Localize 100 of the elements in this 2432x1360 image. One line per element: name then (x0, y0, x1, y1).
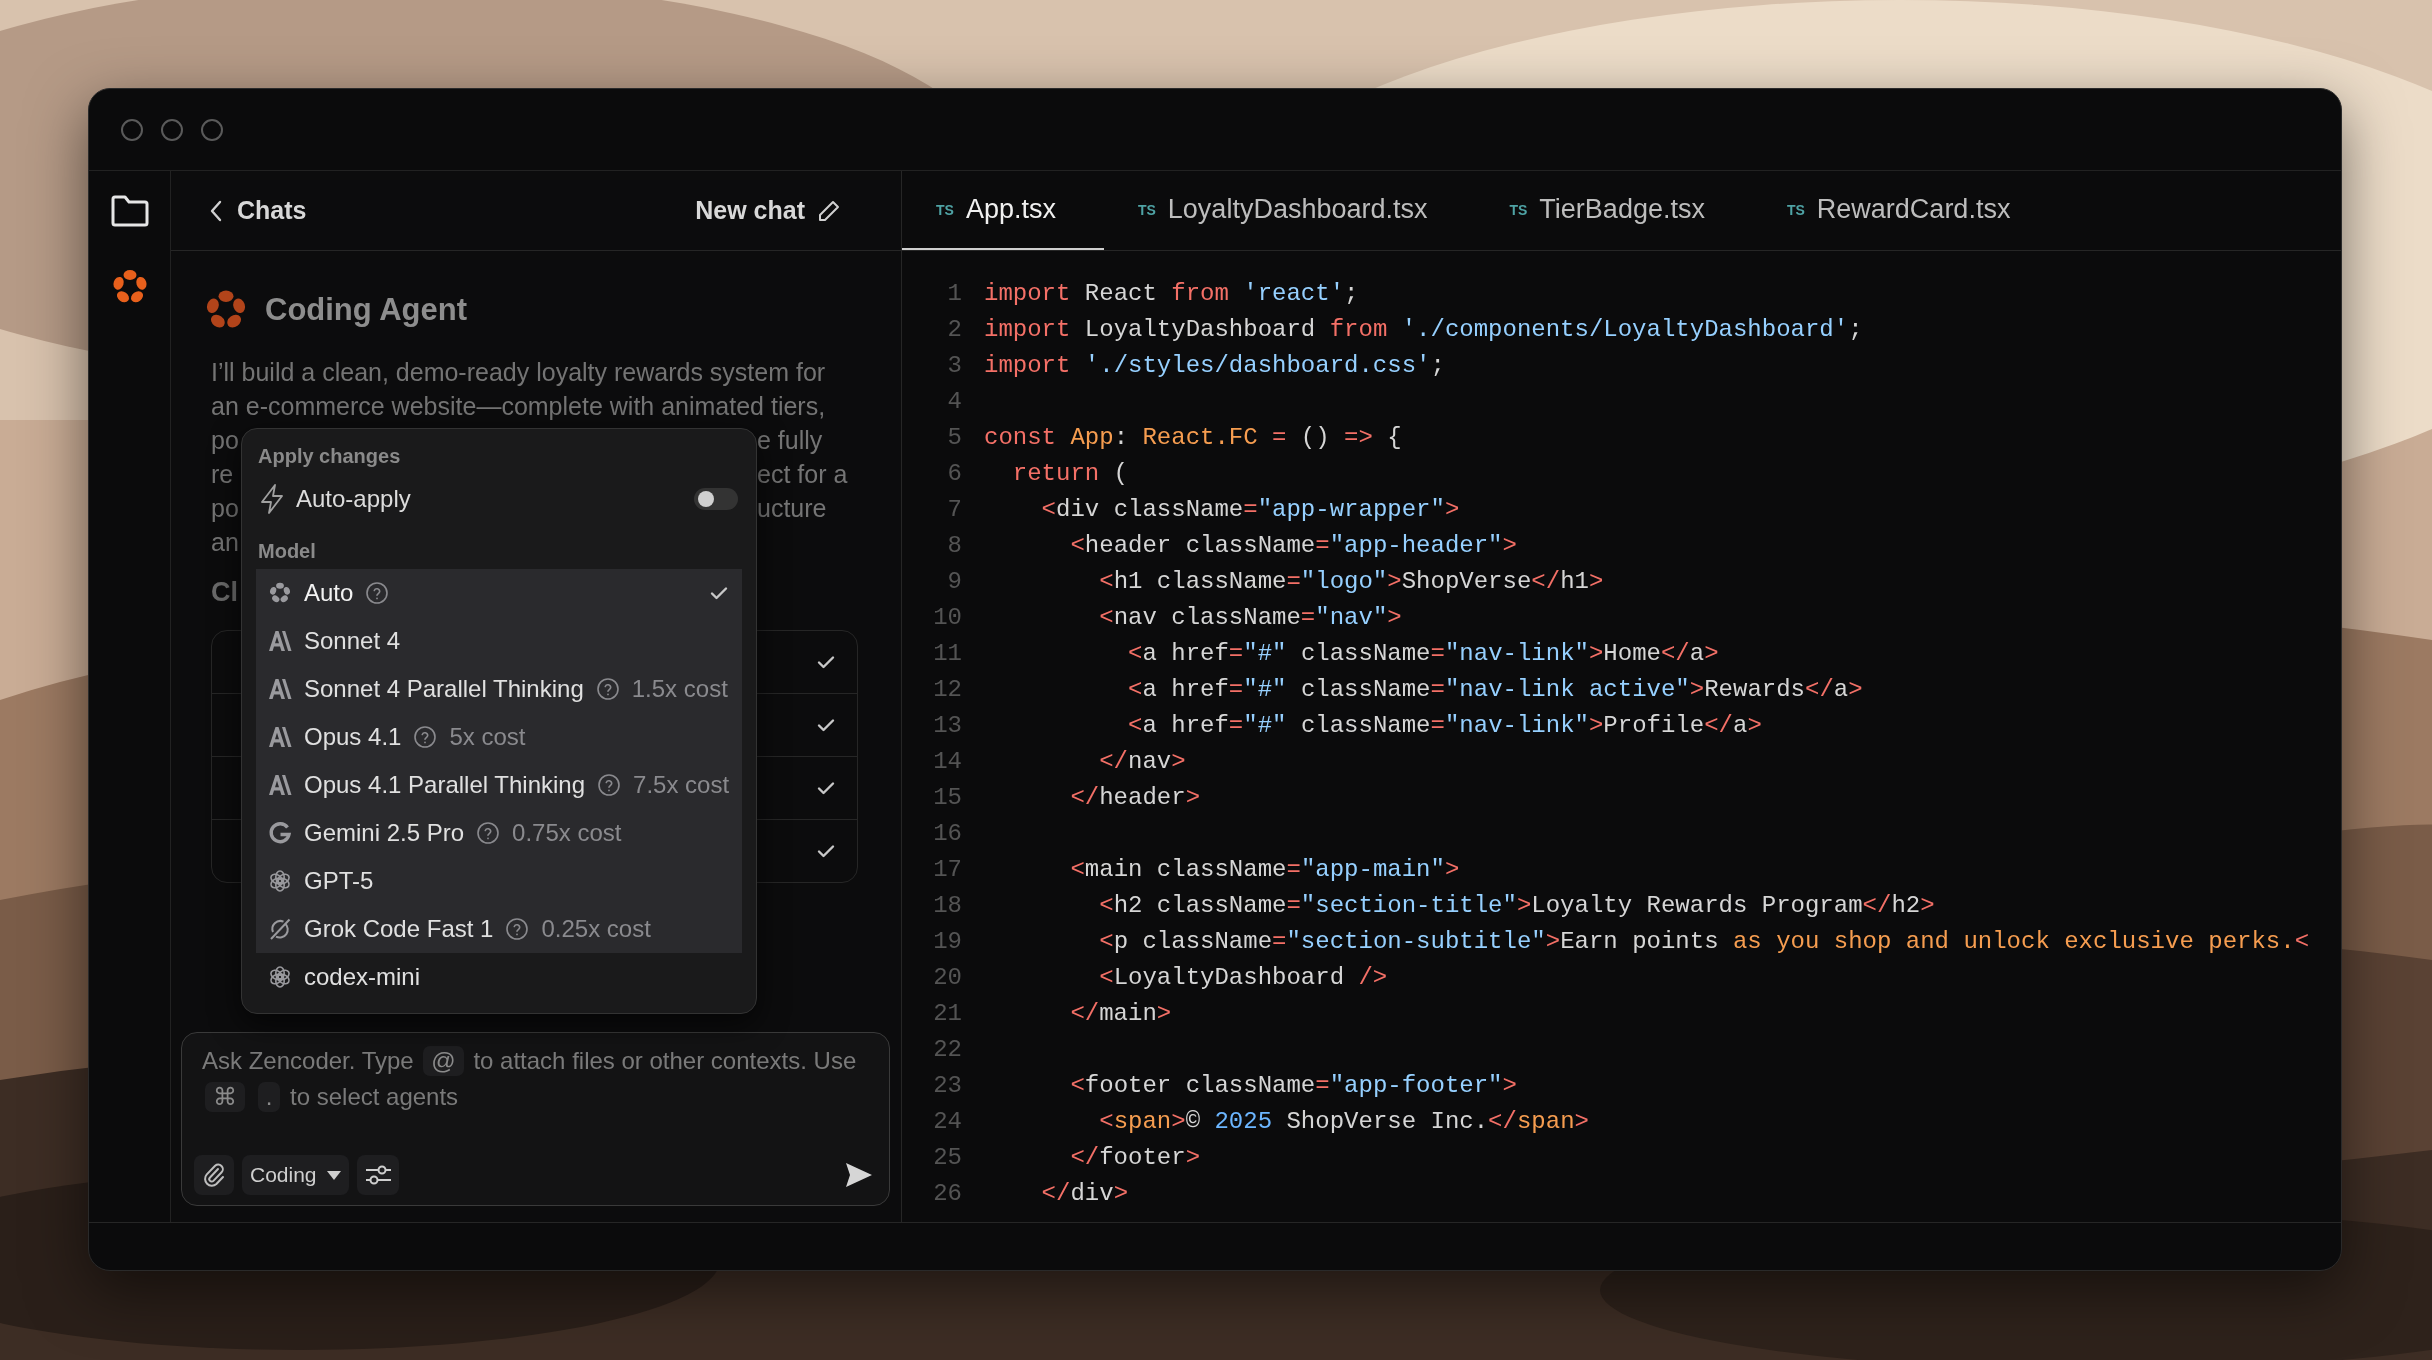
model-option[interactable]: Gemini 2.5 Pro 0.75x cost (256, 809, 742, 857)
line-number: 26 (933, 1179, 962, 1207)
code-line: <a href="#" className="nav-link">Home</a> (1127, 639, 1719, 667)
chevron-left-icon (209, 198, 223, 223)
lightning-icon (260, 484, 284, 514)
line-number: 25 (933, 1143, 962, 1171)
line-number: 19 (933, 927, 962, 955)
model-option[interactable]: codex-mini (256, 953, 742, 1001)
knot-icon (268, 869, 292, 893)
slash-mark-icon (268, 726, 292, 748)
model-option[interactable]: GPT-5 (256, 857, 742, 905)
model-option[interactable]: Auto (256, 569, 742, 617)
model-option[interactable]: Sonnet 4 (256, 617, 742, 665)
line-number: 1 (947, 279, 962, 307)
help-icon[interactable] (595, 677, 620, 701)
code-line: import LoyaltyDashboard from './components/LoyaltyDashboard'; (984, 315, 1863, 343)
sliders-icon (364, 1163, 391, 1187)
help-icon[interactable] (505, 917, 530, 941)
file-tab[interactable]: TS LoyaltyDashboard.tsx (1103, 171, 1476, 250)
help-icon[interactable] (365, 581, 390, 605)
line-number: 11 (933, 639, 962, 667)
code-line: <h2 className="section-title">Loyalty Rewards Program</h2> (1098, 891, 1935, 919)
code-line: return ( (1011, 459, 1129, 487)
message-text: po (211, 493, 239, 524)
slash-mark-icon (268, 630, 292, 652)
code-line: import React from 'react'; (984, 279, 1359, 307)
code-line: <div className="app-wrapper"> (1040, 495, 1460, 523)
message-text: ect for a (757, 459, 848, 490)
attach-button[interactable] (194, 1155, 234, 1195)
message-field[interactable]: Ask Zencoder. Type @ to attach files or other contexts. Use ⌘ . to select agents Coding (181, 1032, 890, 1206)
code-line: const App: React.FC = () => { (984, 423, 1402, 451)
help-icon[interactable] (597, 773, 622, 797)
code-line: <p className="section-subtitle">Earn points as you shop and unlock exclusive perks.< (1098, 927, 2310, 955)
message-text: re (211, 459, 234, 490)
line-number: 15 (933, 783, 962, 811)
g-mark-icon (268, 821, 292, 845)
line-number: 2 (947, 315, 962, 343)
line-number: 20 (933, 963, 962, 991)
model-option[interactable]: Opus 4.1 Parallel Thinking 7.5x cost (256, 761, 742, 809)
model-option[interactable]: Opus 4.1 5x cost (256, 713, 742, 761)
caret-icon (326, 1170, 341, 1180)
message-text: ucture (757, 493, 827, 524)
code-line: import './styles/dashboard.css'; (984, 351, 1445, 379)
line-number: 17 (933, 855, 962, 883)
window-control[interactable] (161, 118, 183, 141)
code-line: <LoyaltyDashboard /> (1098, 963, 1388, 991)
code-line: <span>© 2025 ShopVerse Inc.</span> (1098, 1107, 1589, 1135)
line-number: 10 (933, 603, 962, 631)
file-tab[interactable]: TS RewardCard.tsx (1752, 171, 2059, 250)
model-option[interactable]: Sonnet 4 Parallel Thinking 1.5x cost (256, 665, 742, 713)
line-number: 22 (933, 1035, 962, 1063)
line-number: 12 (933, 675, 962, 703)
line-number: 18 (933, 891, 962, 919)
line-number: 6 (947, 459, 962, 487)
knot-icon (268, 965, 292, 989)
settings-button[interactable] (356, 1155, 399, 1195)
help-icon[interactable] (476, 821, 501, 845)
paperclip-icon (203, 1162, 225, 1188)
code-line: <main className="app-main"> (1069, 855, 1460, 883)
pencil-icon (817, 198, 841, 223)
code-line: </main> (1069, 999, 1172, 1027)
mode-dropdown[interactable]: Coding (242, 1155, 349, 1195)
line-number: 7 (947, 495, 962, 523)
back-button[interactable]: Chats (209, 196, 307, 225)
code-line: <footer className="app-footer"> (1069, 1071, 1517, 1099)
file-tab[interactable]: TS TierBadge.tsx (1475, 171, 1753, 250)
flower-icon (268, 581, 292, 605)
window-control[interactable] (121, 118, 143, 141)
line-number: 21 (933, 999, 962, 1027)
line-number: 24 (933, 1107, 962, 1135)
slash-mark-icon (268, 678, 292, 700)
message-text: an e-commerce website—complete with animated tiers, (211, 391, 826, 422)
model-option[interactable]: Grok Code Fast 1 0.25x cost (256, 905, 742, 953)
help-icon[interactable] (413, 725, 438, 749)
auto-apply-option[interactable]: Auto-apply (256, 474, 742, 524)
agent-title: Coding Agent (265, 292, 468, 328)
line-number: 4 (947, 387, 962, 415)
slash-mark-icon (268, 774, 292, 796)
window-control[interactable] (201, 118, 223, 141)
line-number: 13 (933, 711, 962, 739)
code-line: </footer> (1069, 1143, 1201, 1171)
code-line: <a href="#" className="nav-link">Profile</a> (1127, 711, 1762, 739)
code-line: <header className="app-header"> (1069, 531, 1517, 559)
code-line: <h1 className="logo">ShopVerse</h1> (1098, 567, 1604, 595)
send-icon (845, 1162, 873, 1188)
menu-section-label: Model (257, 539, 317, 564)
code-line: <nav className="nav"> (1098, 603, 1402, 631)
file-tab[interactable]: TS App.tsx (902, 171, 1104, 250)
folder-icon[interactable] (110, 195, 149, 227)
line-number: 3 (947, 351, 962, 379)
auto-apply-toggle[interactable] (694, 488, 738, 510)
message-text: I’ll build a clean, demo-ready loyalty rewards system for (211, 357, 826, 388)
line-number: 23 (933, 1071, 962, 1099)
line-number: 8 (947, 531, 962, 559)
new-chat-button[interactable]: New chat (695, 196, 841, 225)
section-heading: Cl (211, 577, 238, 608)
message-text: e fully (757, 425, 823, 456)
code-line: </div> (1040, 1179, 1129, 1207)
line-number: 9 (947, 567, 962, 595)
message-text: po (211, 425, 239, 456)
